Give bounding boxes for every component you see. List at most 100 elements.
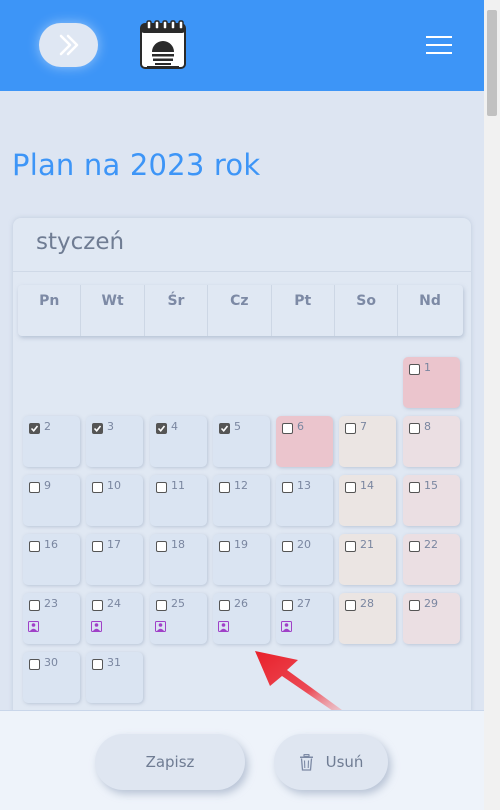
day-checkbox[interactable] [92,659,103,670]
day-cell[interactable]: 2 [23,416,80,467]
day-cell[interactable]: 1 [403,357,460,408]
day-checkbox[interactable] [409,482,420,493]
day-cell[interactable]: 29 [403,593,460,644]
day-cell[interactable]: 10 [86,475,143,526]
day-cell[interactable]: 23 [23,593,80,644]
day-number: 1 [424,361,431,374]
day-cell[interactable]: 22 [403,534,460,585]
day-cell[interactable]: 15 [403,475,460,526]
save-button-label: Zapisz [145,753,195,771]
day-checkbox[interactable] [219,423,230,434]
expand-button[interactable] [39,23,98,67]
weekday-label: Wt [81,285,145,336]
double-chevron-right-icon [59,34,78,56]
day-checkbox[interactable] [92,482,103,493]
day-checkbox[interactable] [282,600,293,611]
person-icon [28,617,39,632]
day-cell[interactable]: 3 [86,416,143,467]
day-checkbox[interactable] [219,482,230,493]
footer-bar: Zapisz Usuń [0,710,484,810]
hamburger-icon[interactable] [426,33,454,57]
weekday-label: Śr [145,285,209,336]
day-cell[interactable]: 11 [150,475,207,526]
day-number: 10 [107,479,121,492]
day-checkbox[interactable] [282,541,293,552]
day-checkbox[interactable] [92,423,103,434]
save-button[interactable]: Zapisz [95,734,245,790]
day-number: 14 [360,479,374,492]
day-number: 12 [234,479,248,492]
day-cell[interactable]: 31 [86,652,143,703]
day-cell[interactable]: 6 [276,416,333,467]
day-checkbox[interactable] [156,482,167,493]
day-cell[interactable]: 16 [23,534,80,585]
day-number: 19 [234,538,248,551]
delete-button[interactable]: Usuń [274,734,388,790]
day-cell[interactable]: 20 [276,534,333,585]
day-cell[interactable]: 17 [86,534,143,585]
person-icon [281,617,292,632]
day-number: 30 [44,656,58,669]
day-number: 5 [234,420,241,433]
day-number: 27 [297,597,311,610]
day-cell[interactable]: 5 [213,416,270,467]
day-cell[interactable]: 19 [213,534,270,585]
trash-icon [299,753,313,771]
page-title: Plan na 2023 rok [12,148,261,182]
day-cell[interactable]: 26 [213,593,270,644]
day-number: 11 [171,479,185,492]
month-card: styczeń Pn Wt Śr Cz Pt So Nd 1 2 3 4 5 6 7 8 9 10… [13,218,471,718]
day-number: 18 [171,538,185,551]
day-checkbox[interactable] [409,364,420,375]
weekday-label: So [335,285,399,336]
day-checkbox[interactable] [219,600,230,611]
day-checkbox[interactable] [282,482,293,493]
day-checkbox[interactable] [409,541,420,552]
delete-button-label: Usuń [325,753,364,771]
month-name: styczeń [36,229,125,255]
day-checkbox[interactable] [345,600,356,611]
day-number: 2 [44,420,51,433]
day-checkbox[interactable] [282,423,293,434]
day-checkbox[interactable] [29,423,40,434]
day-cell[interactable]: 4 [150,416,207,467]
day-cell[interactable]: 13 [276,475,333,526]
day-checkbox[interactable] [409,600,420,611]
day-checkbox[interactable] [219,541,230,552]
day-checkbox[interactable] [156,541,167,552]
day-cell[interactable]: 18 [150,534,207,585]
day-checkbox[interactable] [345,541,356,552]
day-checkbox[interactable] [156,600,167,611]
day-checkbox[interactable] [92,600,103,611]
day-cell[interactable]: 9 [23,475,80,526]
day-checkbox[interactable] [29,541,40,552]
day-number: 28 [360,597,374,610]
day-cell[interactable]: 25 [150,593,207,644]
day-cell[interactable]: 14 [339,475,396,526]
day-cell[interactable]: 7 [339,416,396,467]
day-cell[interactable]: 8 [403,416,460,467]
day-checkbox[interactable] [156,423,167,434]
scrollbar-thumb[interactable] [487,10,497,116]
day-number: 24 [107,597,121,610]
day-cell[interactable]: 24 [86,593,143,644]
person-icon [218,617,229,632]
day-checkbox[interactable] [345,423,356,434]
day-number: 26 [234,597,248,610]
day-cell[interactable]: 27 [276,593,333,644]
app-header [0,0,484,91]
day-checkbox[interactable] [92,541,103,552]
person-icon [155,617,166,632]
scrollbar[interactable] [484,0,500,810]
day-cell[interactable]: 28 [339,593,396,644]
day-cell[interactable]: 21 [339,534,396,585]
day-checkbox[interactable] [29,600,40,611]
day-cell[interactable]: 12 [213,475,270,526]
weekday-label: Pn [18,285,82,336]
day-checkbox[interactable] [29,482,40,493]
day-checkbox[interactable] [409,423,420,434]
day-checkbox[interactable] [29,659,40,670]
day-cell[interactable]: 30 [23,652,80,703]
day-checkbox[interactable] [345,482,356,493]
day-number: 8 [424,420,431,433]
